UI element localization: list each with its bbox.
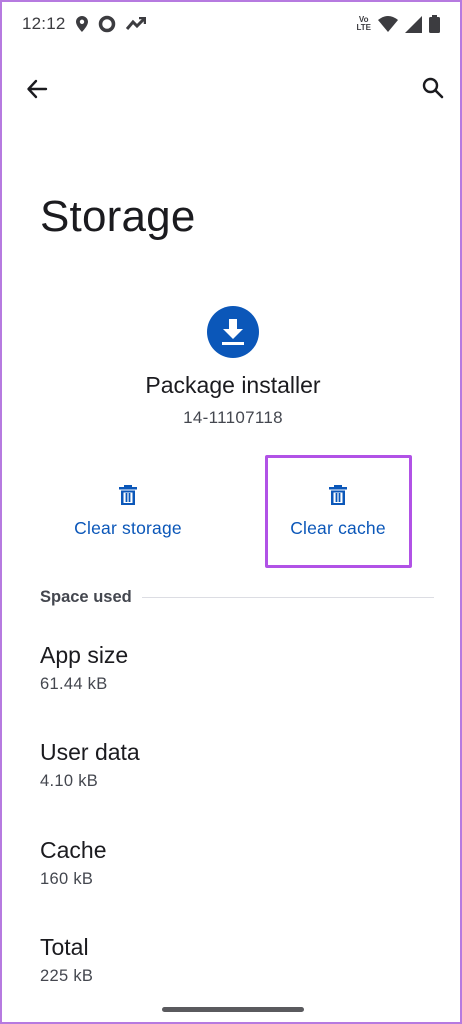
app-name: Package installer xyxy=(145,372,321,398)
list-item-title: App size xyxy=(40,642,129,668)
space-used-header: Space used xyxy=(40,588,434,607)
clear-storage-label: Clear storage xyxy=(74,518,182,538)
list-item-cache: Cache 160 kB xyxy=(40,837,430,889)
list-item-value: 160 kB xyxy=(40,870,94,888)
status-right: Vo LTE xyxy=(356,15,440,33)
back-button[interactable] xyxy=(22,74,52,104)
list-item-title: User data xyxy=(40,739,140,765)
search-icon xyxy=(422,77,444,99)
clear-cache-button[interactable]: Clear cache xyxy=(268,484,408,554)
trash-icon xyxy=(118,484,138,506)
arrow-left-icon xyxy=(26,78,48,100)
missed-call-icon xyxy=(125,17,146,31)
volte-indicator: Vo LTE xyxy=(356,16,371,32)
app-icon xyxy=(207,306,259,358)
space-used-header-label: Space used xyxy=(40,588,132,606)
clear-cache-label: Clear cache xyxy=(290,518,386,538)
clear-storage-button[interactable]: Clear storage xyxy=(58,484,198,554)
ring-icon xyxy=(98,15,116,33)
app-version: 14-11107118 xyxy=(183,408,283,427)
page-title: Storage xyxy=(40,192,196,241)
list-item-value: 225 kB xyxy=(40,967,94,985)
wifi-icon xyxy=(378,16,398,32)
status-left: 12:12 xyxy=(22,14,146,34)
trash-icon xyxy=(328,484,348,506)
gesture-nav-handle[interactable] xyxy=(162,1007,304,1012)
section-divider xyxy=(141,597,434,598)
status-bar: 12:12 Vo LTE xyxy=(2,2,460,46)
screen: 12:12 Vo LTE Storage Package installer 1… xyxy=(0,0,462,1024)
volte-bottom-label: LTE xyxy=(356,23,371,32)
list-item-user-data: User data 4.10 kB xyxy=(40,739,430,791)
download-icon xyxy=(219,317,247,347)
list-item-value: 4.10 kB xyxy=(40,772,99,790)
list-item-title: Total xyxy=(40,934,89,960)
battery-icon xyxy=(429,15,440,33)
list-item-app-size: App size 61.44 kB xyxy=(40,642,430,694)
list-item-title: Cache xyxy=(40,837,107,863)
signal-icon xyxy=(405,15,422,33)
location-pin-icon xyxy=(75,16,88,32)
list-item-total: Total 225 kB xyxy=(40,934,430,986)
status-time: 12:12 xyxy=(22,14,66,33)
search-button[interactable] xyxy=(418,73,448,103)
list-item-value: 61.44 kB xyxy=(40,675,108,693)
